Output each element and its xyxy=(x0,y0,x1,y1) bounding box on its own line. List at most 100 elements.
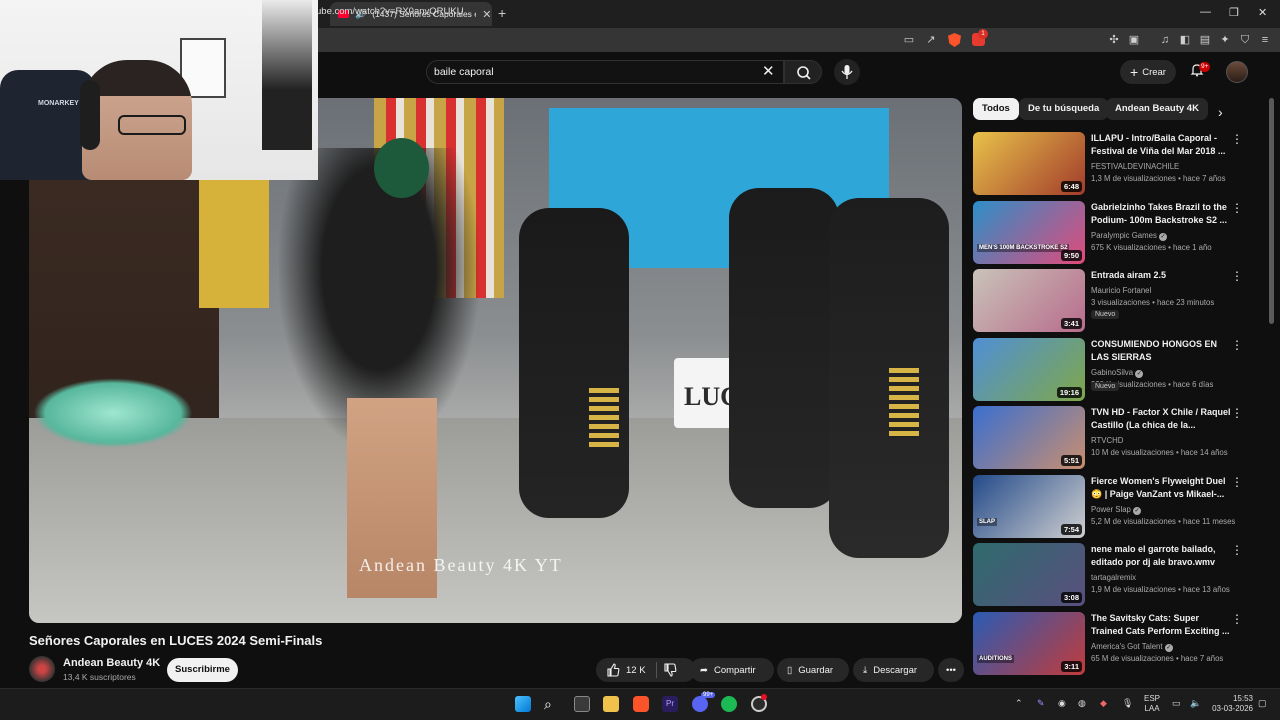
recommendation-title[interactable]: The Savitsky Cats: Super Trained Cats Pe… xyxy=(1091,612,1231,638)
recommendation-title[interactable]: Entrada airam 2.5 xyxy=(1091,269,1231,282)
recommendation-channel[interactable]: Mauricio Fortanel xyxy=(1091,285,1151,297)
recommendation-channel[interactable]: RTVCHD xyxy=(1091,435,1123,447)
video-thumbnail[interactable]: AUDITIONS 3:11 xyxy=(973,611,1085,675)
premiere-icon[interactable]: Pr xyxy=(662,696,678,712)
channel-label: GabinoSilva xyxy=(1091,367,1134,377)
spotify-icon[interactable] xyxy=(721,696,737,712)
save-button[interactable]: ▯ Guardar xyxy=(777,658,849,682)
recommendation-item[interactable]: MEN'S 100M BACKSTROKE S2 9:50 Gabrielzin… xyxy=(973,200,1258,265)
tray-app-icon[interactable]: ✎ xyxy=(1037,698,1045,709)
more-vertical-icon[interactable]: ⋮ xyxy=(1231,612,1243,626)
scrollbar[interactable] xyxy=(1269,98,1274,324)
recommendation-channel[interactable]: tartagalremix xyxy=(1091,572,1136,584)
menu-icon[interactable]: ≡ xyxy=(1258,33,1272,47)
more-vertical-icon[interactable]: ⋮ xyxy=(1231,269,1243,283)
chevron-right-icon[interactable]: › xyxy=(1218,104,1223,120)
thumbs-down-icon[interactable] xyxy=(663,663,677,677)
more-actions-button[interactable]: ••• xyxy=(938,658,964,682)
video-thumbnail[interactable]: 6:48 xyxy=(973,132,1085,195)
steam-tray-icon[interactable]: ◍ xyxy=(1078,698,1086,709)
chip-de-tu-busqueda[interactable]: De tu búsqueda xyxy=(1019,98,1109,120)
start-button-icon[interactable] xyxy=(515,696,531,712)
more-vertical-icon[interactable]: ⋮ xyxy=(1231,201,1243,215)
video-thumbnail[interactable]: 19:16 xyxy=(973,337,1085,401)
recommendation-title[interactable]: ILLAPU - Intro/Baila Caporal - Festival … xyxy=(1091,132,1231,158)
recommendation-title[interactable]: TVN HD - Factor X Chile / Raquel Castill… xyxy=(1091,406,1231,432)
search-button[interactable] xyxy=(784,60,822,84)
video-thumbnail[interactable]: 3:08 xyxy=(973,543,1085,606)
notification-center-icon[interactable]: ▢ xyxy=(1258,698,1267,709)
chip-andean-beauty[interactable]: Andean Beauty 4K xyxy=(1106,98,1208,120)
clear-search-icon[interactable]: ✕ xyxy=(762,62,775,80)
recommendation-channel[interactable]: America's Got Talent ✓ xyxy=(1091,641,1173,653)
recommendation-item[interactable]: AUDITIONS 3:11 The Savitsky Cats: Super … xyxy=(973,611,1258,676)
recommendation-title[interactable]: Gabrielzinho Takes Brazil to the Podium-… xyxy=(1091,201,1231,227)
account-avatar[interactable] xyxy=(1226,61,1248,83)
chip-todos[interactable]: Todos xyxy=(973,98,1019,120)
recommendation-item[interactable]: 5:51 TVN HD - Factor X Chile / Raquel Ca… xyxy=(973,406,1258,470)
recommendation-title[interactable]: nene malo el garrote bailado, editado po… xyxy=(1091,543,1231,569)
recommendation-item[interactable]: 3:41 Entrada airam 2.5 Mauricio Fortanel… xyxy=(973,269,1258,333)
recommendation-item[interactable]: 6:48 ILLAPU - Intro/Baila Caporal - Fest… xyxy=(973,132,1258,196)
mic-tray-icon[interactable]: 🎙 xyxy=(1122,698,1133,709)
subscribe-button[interactable]: Suscribirme xyxy=(167,658,238,682)
clock[interactable]: 15:53 03-03-2026 xyxy=(1209,694,1253,714)
brave-taskbar-icon[interactable] xyxy=(633,696,649,712)
network-icon[interactable]: ▭ xyxy=(1172,698,1181,709)
restore-icon[interactable]: ❐ xyxy=(1229,6,1239,19)
volume-icon[interactable]: 🔈 xyxy=(1190,698,1201,709)
minimize-icon[interactable]: — xyxy=(1200,6,1211,18)
dancer-male-2 xyxy=(729,188,839,508)
verified-icon: ✓ xyxy=(1133,506,1142,515)
recommendation-item[interactable]: 3:08 nene malo el garrote bailado, edita… xyxy=(973,543,1258,607)
recommendation-title[interactable]: CONSUMIENDO HONGOS EN LAS SIERRAS xyxy=(1091,338,1231,364)
leo-ai-icon[interactable]: ✦ xyxy=(1218,33,1232,47)
extensions-icon[interactable]: ✣ xyxy=(1107,33,1121,47)
task-view-icon[interactable] xyxy=(574,696,590,712)
recommendation-title[interactable]: Fierce Women's Flyweight Duel 😳 | Paige … xyxy=(1091,475,1231,501)
recommendation-channel[interactable]: Power Slap ✓ xyxy=(1091,504,1142,516)
discord-icon[interactable] xyxy=(692,696,708,712)
url-field[interactable]: ube.com/watch?v=RX0anvQRUKU xyxy=(316,6,464,17)
music-icon[interactable]: ♫ xyxy=(1158,33,1172,47)
show-hidden-icons-icon[interactable]: ⌃ xyxy=(1015,698,1023,709)
video-duration: 6:48 xyxy=(1060,181,1082,192)
video-thumbnail[interactable]: 3:41 xyxy=(973,269,1085,332)
new-tab-button[interactable]: + xyxy=(498,5,506,21)
share-button[interactable]: ➦ Compartir xyxy=(690,658,774,682)
search-taskbar-icon[interactable]: ⌕ xyxy=(544,696,560,712)
recommendation-channel[interactable]: GabinoSilva ✓ xyxy=(1091,367,1144,379)
wallet-icon[interactable]: ▤ xyxy=(1198,33,1212,47)
more-vertical-icon[interactable]: ⋮ xyxy=(1231,543,1243,557)
recommendation-item[interactable]: 19:16 CONSUMIENDO HONGOS EN LAS SIERRAS … xyxy=(973,337,1258,402)
more-vertical-icon[interactable]: ⋮ xyxy=(1231,475,1243,489)
video-thumbnail[interactable]: SLAP 7:54 xyxy=(973,474,1085,538)
file-explorer-icon[interactable] xyxy=(603,696,619,712)
security-tray-icon[interactable]: ◆ xyxy=(1100,698,1107,709)
recommendation-item[interactable]: SLAP 7:54 Fierce Women's Flyweight Duel … xyxy=(973,474,1258,539)
close-tab-icon[interactable]: ✕ xyxy=(482,8,491,21)
channel-name[interactable]: Andean Beauty 4K xyxy=(63,657,160,669)
video-thumbnail[interactable]: 5:51 xyxy=(973,406,1085,469)
recommendation-channel[interactable]: FESTIVALDEVINACHILE xyxy=(1091,161,1179,173)
more-vertical-icon[interactable]: ⋮ xyxy=(1231,406,1243,420)
create-button[interactable]: + Crear xyxy=(1120,60,1176,84)
more-vertical-icon[interactable]: ⋮ xyxy=(1231,132,1243,146)
discord-tray-icon[interactable]: ◉ xyxy=(1058,698,1066,709)
language-indicator[interactable]: ESP LAA xyxy=(1144,694,1160,714)
brave-rewards-icon[interactable]: 1 xyxy=(972,29,988,46)
voice-search-button[interactable] xyxy=(834,59,860,85)
recommendation-channel[interactable]: Paralympic Games ✓ xyxy=(1091,230,1168,242)
close-window-icon[interactable]: ✕ xyxy=(1258,6,1267,19)
thumbs-up-icon xyxy=(607,663,620,677)
more-vertical-icon[interactable]: ⋮ xyxy=(1231,338,1243,352)
download-button[interactable]: ⤓ Descargar xyxy=(853,658,934,682)
video-thumbnail[interactable]: MEN'S 100M BACKSTROKE S2 9:50 xyxy=(973,200,1085,264)
picture-in-picture-icon[interactable]: ▭ xyxy=(902,33,916,47)
reader-icon[interactable]: ▣ xyxy=(1127,33,1141,47)
sidebar-icon[interactable]: ◧ xyxy=(1178,33,1192,47)
like-button[interactable]: 12 K xyxy=(606,663,646,677)
share-page-icon[interactable]: ↗ xyxy=(924,33,938,47)
vpn-icon[interactable]: ⛉ xyxy=(1238,33,1252,47)
channel-avatar[interactable] xyxy=(29,656,55,682)
